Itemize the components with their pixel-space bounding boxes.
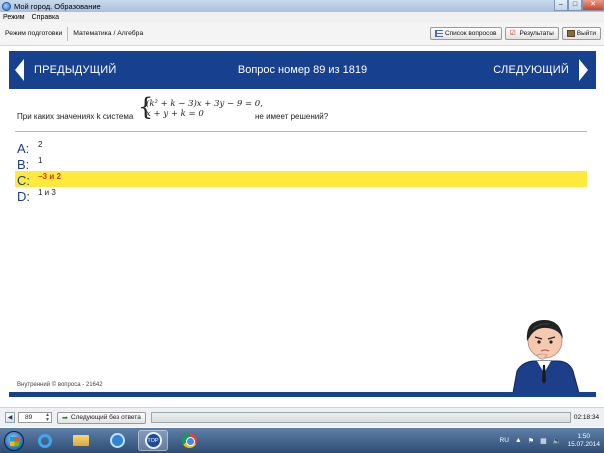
question-prefix: При каких значениях k система <box>17 112 134 121</box>
minimize-button[interactable]: – <box>554 0 568 11</box>
arrow-left-icon: ◀ <box>7 415 13 421</box>
results-button[interactable]: ☑ Результаты <box>504 27 559 40</box>
window-controls: – □ ✕ <box>554 0 604 12</box>
maximize-button[interactable]: □ <box>568 0 582 11</box>
internet-explorer-icon <box>38 433 52 448</box>
next-label: СЛЕДУЮЩИЙ <box>493 64 569 76</box>
previous-label: ПРЕДЫДУЩИЙ <box>34 64 117 76</box>
taskbar: TOP RU ▲ ⚑ ▦ 🔈 1:50 15.07.2014 <box>0 428 604 453</box>
taskbar-app-active[interactable]: TOP <box>138 430 168 451</box>
arrow-right-icon: ➡ <box>62 414 68 422</box>
network-icon[interactable]: ▦ <box>540 437 547 445</box>
clock[interactable]: 1:50 15.07.2014 <box>567 433 600 449</box>
chrome-icon <box>181 433 197 448</box>
answer-option-c[interactable]: C: −3 и 2 <box>15 171 587 188</box>
menu-help[interactable]: Справка <box>32 14 59 21</box>
previous-button[interactable]: ПРЕДЫДУЩИЙ <box>15 51 116 89</box>
question-list-label: Список вопросов <box>444 30 497 37</box>
answer-text: 1 <box>38 156 43 165</box>
progress-bar <box>150 412 571 423</box>
results-label: Результаты <box>519 30 554 37</box>
taskbar-ie[interactable] <box>30 430 60 451</box>
question-text: При каких значениях k система { (k² + k … <box>17 94 587 127</box>
app-top-icon: TOP <box>144 432 162 449</box>
thinking-character-illustration <box>512 319 580 393</box>
question-divider <box>15 131 587 132</box>
back-button[interactable]: ◀ <box>5 412 15 423</box>
answer-list: A: 2 B: 1 C: −3 и 2 D: 1 и 3 <box>15 139 587 204</box>
toolbar-buttons: Список вопросов ☑ Результаты Выйти <box>429 27 601 40</box>
answer-option-d[interactable]: D: 1 и 3 <box>15 187 587 204</box>
answer-letter: A: <box>17 141 30 156</box>
toolbar: Режим подготовки Математика / Алгебра Сп… <box>0 22 604 46</box>
answer-option-a[interactable]: A: 2 <box>15 139 587 156</box>
question-suffix: не имеет решений? <box>255 112 329 121</box>
window-title: Мой город. Образование <box>14 1 101 11</box>
arrow-right-icon <box>579 59 588 81</box>
subject-breadcrumb: Математика / Алгебра <box>73 30 144 37</box>
list-icon <box>434 30 443 37</box>
answer-text: 1 и 3 <box>38 188 56 197</box>
answer-text: 2 <box>38 140 43 149</box>
menu-mode[interactable]: Режим <box>3 14 25 21</box>
bottom-band <box>9 392 596 397</box>
start-button[interactable] <box>4 430 24 451</box>
window-titlebar: Мой город. Образование – □ ✕ <box>0 0 604 12</box>
equation-1: (k² + k − 3)x + 3y − 9 = 0, <box>146 99 263 109</box>
menubar: Режим Справка <box>0 12 604 22</box>
answer-text: −3 и 2 <box>38 172 61 181</box>
question-list-button[interactable]: Список вопросов <box>429 27 502 40</box>
taskbar-chrome[interactable] <box>174 430 204 451</box>
flag-icon[interactable]: ⚑ <box>528 437 534 445</box>
exit-button[interactable]: Выйти <box>561 27 601 40</box>
answer-option-b[interactable]: B: 1 <box>15 155 587 172</box>
question-number-stepper[interactable]: 89 ▲ ▼ <box>18 412 52 423</box>
show-hidden-icons-icon[interactable]: ▲ <box>515 437 522 444</box>
answer-letter: B: <box>17 157 30 172</box>
answer-letter: D: <box>17 189 30 204</box>
exit-label: Выйти <box>576 30 596 37</box>
clock-time: 1:50 <box>577 432 591 440</box>
skip-button[interactable]: ➡ Следующий без ответа <box>57 411 146 424</box>
question-number-value: 89 <box>25 414 33 421</box>
app-globe-icon <box>2 1 11 11</box>
equation-2: x + y + k = 0 <box>146 109 204 119</box>
skip-label: Следующий без ответа <box>70 414 141 421</box>
copyright-note: Внутренний © вопроса - 21642 <box>17 382 103 388</box>
clock-date: 15.07.2014 <box>567 440 600 448</box>
volume-icon[interactable]: 🔈 <box>553 437 562 445</box>
taskbar-explorer[interactable] <box>66 430 96 451</box>
stepper-arrows-icon[interactable]: ▲ ▼ <box>45 413 50 423</box>
chart-icon: ☑ <box>509 30 516 37</box>
answer-letter: C: <box>17 173 30 188</box>
arrow-left-icon <box>15 59 24 81</box>
question-navbar: ПРЕДЫДУЩИЙ Вопрос номер 89 из 1819 СЛЕДУ… <box>9 51 596 89</box>
media-player-icon <box>109 433 125 448</box>
close-button[interactable]: ✕ <box>582 0 604 11</box>
language-indicator[interactable]: RU <box>500 437 509 444</box>
folder-icon <box>73 435 89 446</box>
system-tray: RU ▲ ⚑ ▦ 🔈 1:50 15.07.2014 <box>500 428 601 453</box>
taskbar-media-player[interactable] <box>102 430 132 451</box>
mode-label: Режим подготовки <box>5 30 63 37</box>
door-icon <box>566 30 575 37</box>
next-button[interactable]: СЛЕДУЮЩИЙ <box>493 51 588 89</box>
timer: 02:18:34 <box>573 414 600 421</box>
statusbar: ◀ 89 ▲ ▼ ➡ Следующий без ответа 02:18:34 <box>0 407 604 427</box>
